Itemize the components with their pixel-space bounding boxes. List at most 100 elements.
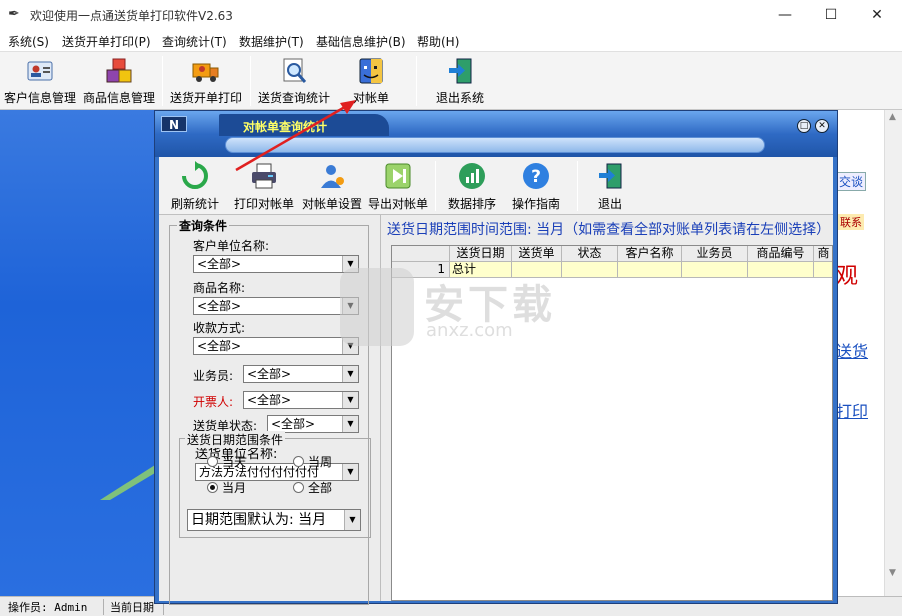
grid-cell (682, 262, 748, 278)
chevron-down-icon[interactable]: ▼ (344, 510, 360, 530)
statement-settings-label: 对帐单设置 (301, 197, 362, 211)
svg-text:?: ? (531, 167, 541, 187)
menu-query-stats[interactable]: 查询统计(T) (162, 33, 227, 50)
dialog-restore-button[interactable]: □ (797, 119, 811, 133)
radio-dot[interactable] (293, 482, 304, 493)
date-default-value: 日期范围默认为: 当月 (191, 512, 327, 528)
query-group-title: 查询条件 (177, 217, 230, 234)
dialog-exit-button[interactable]: 退出 (587, 161, 633, 213)
dialog-title-decoration (225, 137, 765, 153)
product-select[interactable]: <全部> ▼ (193, 297, 359, 315)
delivery-query-button[interactable]: 送货查询统计 (254, 54, 334, 108)
grid-cell (748, 262, 814, 278)
radio-dot-selected[interactable] (207, 482, 218, 493)
payment-select[interactable]: <全部> ▼ (193, 337, 359, 355)
grid-header-cell[interactable]: 送货单 (512, 246, 562, 262)
exit-door-icon (599, 163, 622, 189)
operation-guide-button[interactable]: ? 操作指南 (509, 161, 563, 213)
grid-header-cell[interactable]: 客户名称 (618, 246, 682, 262)
red-char: 观 (836, 264, 859, 289)
data-sort-button[interactable]: 数据排序 (445, 161, 499, 213)
radio-all-label: 全部 (308, 481, 333, 495)
chevron-down-icon[interactable]: ▼ (342, 416, 358, 432)
chat-button[interactable]: 交谈 (836, 172, 867, 191)
watermark-url: anxz.com (426, 320, 513, 341)
grid-cell (814, 262, 832, 278)
menu-delivery-print[interactable]: 送货开单打印(P) (62, 33, 151, 50)
payment-label: 收款方式: (193, 321, 246, 335)
customer-info-button[interactable]: 客户信息管理 (2, 54, 78, 108)
toolbar-separator (162, 56, 163, 106)
date-range-title: 送货日期范围条件 (185, 431, 286, 448)
radio-all[interactable]: 全部 (293, 479, 332, 496)
salesman-select[interactable]: <全部> ▼ (243, 365, 359, 383)
maximize-button[interactable]: ☐ (808, 0, 854, 30)
delivery-query-label: 送货查询统计 (257, 91, 330, 105)
watermark: 安下载 anxz.com (340, 268, 600, 348)
drawer-select[interactable]: <全部> ▼ (243, 391, 359, 409)
statement-face-icon (359, 58, 383, 84)
radio-today[interactable]: 当天 (207, 453, 246, 470)
status-select-value: <全部> (271, 417, 316, 431)
minimize-button[interactable]: — (762, 0, 808, 30)
delivery-order-button[interactable]: 送货开单打印 (166, 54, 246, 108)
operation-guide-label: 操作指南 (511, 197, 560, 211)
scroll-down-icon[interactable]: ▼ (889, 568, 896, 578)
product-select-value: <全部> (197, 299, 242, 313)
menu-basic-info[interactable]: 基础信息维护(B) (316, 33, 406, 50)
print-link[interactable]: 打印 (836, 398, 868, 422)
product-cubes-icon (106, 58, 132, 83)
dialog-close-button[interactable]: ✕ (815, 119, 829, 133)
app-feather-icon: ✒ (8, 6, 20, 22)
magnifier-report-icon (283, 58, 307, 83)
close-button[interactable]: ✕ (854, 0, 900, 30)
export-statement-button[interactable]: 导出对帐单 (365, 161, 431, 213)
statement-label: 对帐单 (352, 91, 389, 105)
exit-door-icon (449, 58, 472, 84)
vertical-scrollbar[interactable]: ▲ ▼ (884, 110, 902, 596)
menu-system[interactable]: 系统(S) (8, 33, 49, 50)
dialog-toolbar: 刷新统计 打印对帐单 对帐单设置 导出对帐单 数据排序 ? 操作指南 退出 (159, 157, 833, 215)
grid-header-cell[interactable]: 送货日期 (450, 246, 512, 262)
radio-week[interactable]: 当周 (293, 453, 332, 470)
drawer-select-value: <全部> (247, 393, 292, 407)
operator-status: 操作员: Admin (2, 599, 104, 615)
dialog-exit-label: 退出 (597, 197, 622, 211)
payment-select-value: <全部> (197, 339, 242, 353)
print-statement-button[interactable]: 打印对帐单 (231, 161, 297, 213)
scroll-up-icon[interactable]: ▲ (889, 112, 896, 122)
menu-help[interactable]: 帮助(H) (417, 33, 459, 50)
chevron-down-icon[interactable]: ▼ (342, 392, 358, 408)
exit-system-label: 退出系统 (435, 91, 484, 105)
printer-icon (252, 163, 276, 189)
product-info-button[interactable]: 商品信息管理 (80, 54, 158, 108)
menu-bar: 系统(S) 送货开单打印(P) 查询统计(T) 数据维护(T) 基础信息维护(B… (0, 30, 902, 52)
grid-header-cell[interactable]: 状态 (562, 246, 618, 262)
radio-dot[interactable] (207, 456, 218, 467)
dialog-logo-icon: N (161, 116, 187, 132)
radio-dot[interactable] (293, 456, 304, 467)
chevron-down-icon[interactable]: ▼ (342, 366, 358, 382)
user-settings-icon (321, 165, 344, 188)
toolbar-separator (416, 56, 417, 106)
dialog-body: 刷新统计 打印对帐单 对帐单设置 导出对帐单 数据排序 ? 操作指南 退出 查询… (159, 157, 833, 605)
contact-button[interactable]: 联系 (838, 214, 864, 230)
customer-select[interactable]: <全部> ▼ (193, 255, 359, 273)
main-toolbar: 客户信息管理 商品信息管理 送货开单打印 送货查询统计 对帐单 退出系统 (0, 52, 902, 110)
delivery-order-label: 送货开单打印 (169, 91, 242, 105)
radio-today-label: 当天 (222, 455, 247, 469)
statement-button[interactable]: 对帐单 (346, 54, 396, 108)
statement-settings-button[interactable]: 对帐单设置 (299, 161, 365, 213)
radio-month[interactable]: 当月 (207, 479, 246, 496)
background-image (0, 110, 160, 596)
date-default-select[interactable]: 日期范围默认为: 当月 ▼ (187, 509, 361, 531)
product-label: 商品名称: (193, 281, 246, 295)
grid-header-cell[interactable]: 商品编号 (748, 246, 814, 262)
exit-system-button[interactable]: 退出系统 (430, 54, 490, 108)
grid-header-cell[interactable]: 业务员 (682, 246, 748, 262)
refresh-button[interactable]: 刷新统计 (165, 161, 225, 213)
delivery-link[interactable]: 送货 (836, 338, 868, 362)
dialog-title-bar[interactable]: N 对帐单查询统计 □ ✕ (155, 111, 837, 157)
menu-data-maintenance[interactable]: 数据维护(T) (239, 33, 304, 50)
grid-header-cell[interactable]: 商 (814, 246, 832, 262)
